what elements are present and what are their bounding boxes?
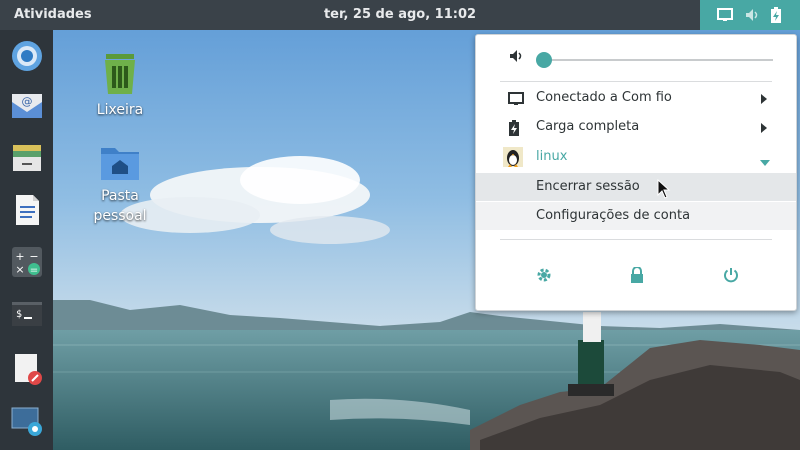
volume-slider-handle[interactable] [536, 52, 552, 68]
home-folder-desktop-item[interactable]: Pasta pessoal [75, 144, 165, 226]
volume-icon [744, 7, 760, 27]
files-icon[interactable] [9, 140, 45, 176]
battery-icon [508, 120, 520, 140]
user-row[interactable]: linux [476, 143, 796, 171]
dock: @ + − × = $ [0, 30, 53, 450]
settings-icon[interactable] [536, 267, 552, 287]
battery-icon [770, 7, 782, 27]
trash-icon [105, 54, 135, 94]
mail-icon[interactable]: @ [9, 88, 45, 124]
volume-slider-track[interactable] [546, 59, 773, 61]
document-icon[interactable] [9, 192, 45, 228]
svg-text:$: $ [16, 309, 22, 320]
svg-text:−: − [29, 250, 38, 263]
power-icon[interactable] [723, 267, 739, 287]
mouse-pointer-icon [657, 179, 671, 199]
account-settings-label: Configurações de conta [536, 208, 691, 223]
screenshot-icon[interactable] [9, 402, 45, 438]
system-tray[interactable] [700, 0, 800, 30]
logout-label: Encerrar sessão [536, 179, 640, 194]
battery-label: Carga completa [536, 119, 640, 134]
svg-text:+: + [15, 250, 24, 263]
chevron-down-icon [760, 155, 770, 170]
top-bar: Atividades ter, 25 de ago, 11:02 [0, 0, 800, 30]
notes-icon[interactable] [9, 350, 45, 386]
account-settings-item[interactable]: Configurações de conta [476, 202, 796, 230]
svg-text:×: × [15, 263, 24, 276]
volume-icon [508, 48, 524, 68]
svg-text:=: = [30, 265, 38, 276]
home-folder-icon [101, 148, 139, 180]
network-label: Conectado a Com fio [536, 90, 672, 105]
volume-row [476, 41, 796, 69]
home-folder-label: Pasta pessoal [93, 188, 147, 224]
chevron-right-icon [760, 122, 768, 137]
trash-label: Lixeira [96, 102, 144, 118]
terminal-icon[interactable]: $ [9, 296, 45, 332]
avatar [503, 147, 523, 171]
lock-icon[interactable] [630, 266, 644, 287]
calculator-icon[interactable]: + − × = [9, 244, 45, 280]
display-icon [717, 7, 733, 27]
network-row[interactable]: Conectado a Com fio [476, 84, 796, 112]
clock[interactable]: ter, 25 de ago, 11:02 [0, 7, 800, 22]
system-menu: Conectado a Com fio Carga completa linux… [475, 34, 797, 311]
trash-desktop-item[interactable]: Lixeira [75, 52, 165, 120]
separator [500, 239, 772, 240]
display-icon [508, 91, 524, 111]
chromium-icon[interactable] [9, 38, 45, 74]
logout-item[interactable]: Encerrar sessão [476, 173, 796, 201]
chevron-right-icon [760, 93, 768, 108]
battery-row[interactable]: Carga completa [476, 113, 796, 141]
separator [500, 81, 772, 82]
user-label: linux [536, 149, 568, 164]
svg-text:@: @ [22, 95, 33, 108]
